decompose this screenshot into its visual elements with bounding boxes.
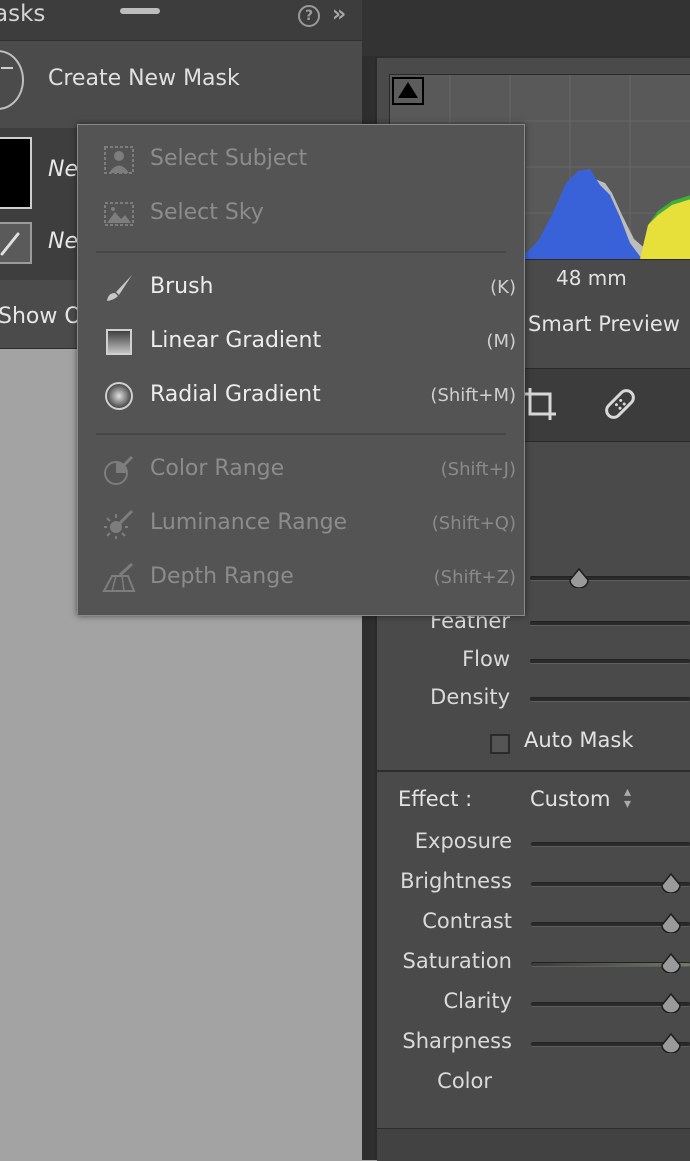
menu-item-radial-gradient[interactable]: Radial Gradient (Shift+M) xyxy=(78,371,524,421)
smart-preview-status[interactable]: Smart Preview xyxy=(528,312,680,336)
collapse-panel-icon[interactable]: » xyxy=(332,2,346,28)
menu-item-depth-range: Depth Range (Shift+Z) xyxy=(78,553,524,603)
triangle-icon xyxy=(398,82,418,98)
density-label: Density xyxy=(430,685,510,709)
right-panel-top-bar xyxy=(362,0,690,56)
histogram-blue-channel xyxy=(520,169,642,259)
linear-gradient-icon xyxy=(102,326,136,358)
effect-label: Effect : xyxy=(398,787,473,811)
brush-icon xyxy=(102,272,136,304)
size-slider-track[interactable] xyxy=(530,576,690,581)
brush-mask-thumbnail[interactable] xyxy=(0,222,32,264)
section-divider xyxy=(377,770,690,772)
menu-item-label: Linear Gradient xyxy=(150,328,322,353)
menu-item-luminance-range: Luminance Range (Shift+Q) xyxy=(78,499,524,549)
menu-item-shortcut: (M) xyxy=(486,331,516,352)
auto-mask-checkbox[interactable] xyxy=(490,734,510,754)
bottom-bar xyxy=(377,1128,690,1161)
plus-icon xyxy=(1,67,13,69)
color-range-icon xyxy=(102,454,136,486)
flow-slider-track[interactable] xyxy=(530,659,690,664)
exposure-label: Exposure xyxy=(414,829,512,853)
menu-item-shortcut: (K) xyxy=(490,277,516,298)
menu-item-shortcut: (Shift+Q) xyxy=(431,513,516,534)
menu-separator xyxy=(96,433,506,435)
panel-drag-handle[interactable] xyxy=(120,8,160,14)
menu-item-label: Luminance Range xyxy=(150,510,348,535)
focal-length: 48 mm xyxy=(556,266,627,290)
mask-name: Ne xyxy=(48,157,78,182)
masks-panel-title: asks xyxy=(0,1,46,27)
exposure-slider-track[interactable] xyxy=(531,842,690,847)
brightness-label: Brightness xyxy=(400,869,512,893)
menu-item-shortcut: (Shift+J) xyxy=(440,459,516,480)
mask-thumbnail[interactable] xyxy=(0,137,32,209)
luminance-range-icon xyxy=(102,508,136,540)
select-sky-icon xyxy=(102,198,136,230)
auto-mask-label: Auto Mask xyxy=(524,728,634,752)
color-label: Color xyxy=(437,1069,492,1093)
sharpness-label: Sharpness xyxy=(402,1029,512,1053)
menu-item-brush[interactable]: Brush (K) xyxy=(78,263,524,313)
mask-name: Ne xyxy=(48,229,78,254)
brush-icon xyxy=(0,232,20,256)
menu-item-label: Depth Range xyxy=(150,564,294,589)
menu-item-select-subject: Select Subject xyxy=(78,135,524,185)
saturation-label: Saturation xyxy=(402,949,512,973)
feather-slider-track[interactable] xyxy=(530,621,690,626)
flow-label: Flow xyxy=(462,647,510,671)
select-subject-icon xyxy=(102,144,136,176)
menu-item-label: Color Range xyxy=(150,456,285,481)
menu-item-shortcut: (Shift+M) xyxy=(430,385,516,406)
menu-item-label: Select Sky xyxy=(150,200,264,225)
menu-item-color-range: Color Range (Shift+J) xyxy=(78,445,524,495)
menu-item-linear-gradient[interactable]: Linear Gradient (M) xyxy=(78,317,524,367)
radial-gradient-icon xyxy=(102,380,136,412)
show-overlay-toggle[interactable]: Show O xyxy=(0,304,82,329)
contrast-label: Contrast xyxy=(422,909,512,933)
help-icon[interactable]: ? xyxy=(298,5,320,27)
clarity-label: Clarity xyxy=(443,989,513,1013)
menu-item-label: Radial Gradient xyxy=(150,382,321,407)
menu-separator xyxy=(96,251,506,253)
shadow-clipping-toggle[interactable] xyxy=(392,77,424,105)
density-slider-track[interactable] xyxy=(530,697,690,702)
effect-preset-select[interactable]: Custom xyxy=(530,787,610,811)
menu-item-label: Brush xyxy=(150,274,214,299)
crop-icon[interactable] xyxy=(520,384,560,428)
create-mask-menu: Select Subject Select Sky Brush (K) Line… xyxy=(77,124,525,616)
menu-item-shortcut: (Shift+Z) xyxy=(433,567,516,588)
create-new-mask-label: Create New Mask xyxy=(48,66,240,91)
depth-range-icon xyxy=(102,562,136,594)
menu-item-label: Select Subject xyxy=(150,146,308,171)
healing-icon[interactable] xyxy=(600,384,640,428)
menu-item-select-sky: Select Sky xyxy=(78,189,524,239)
updown-chevron-icon[interactable]: ▴ ▾ xyxy=(624,785,631,811)
